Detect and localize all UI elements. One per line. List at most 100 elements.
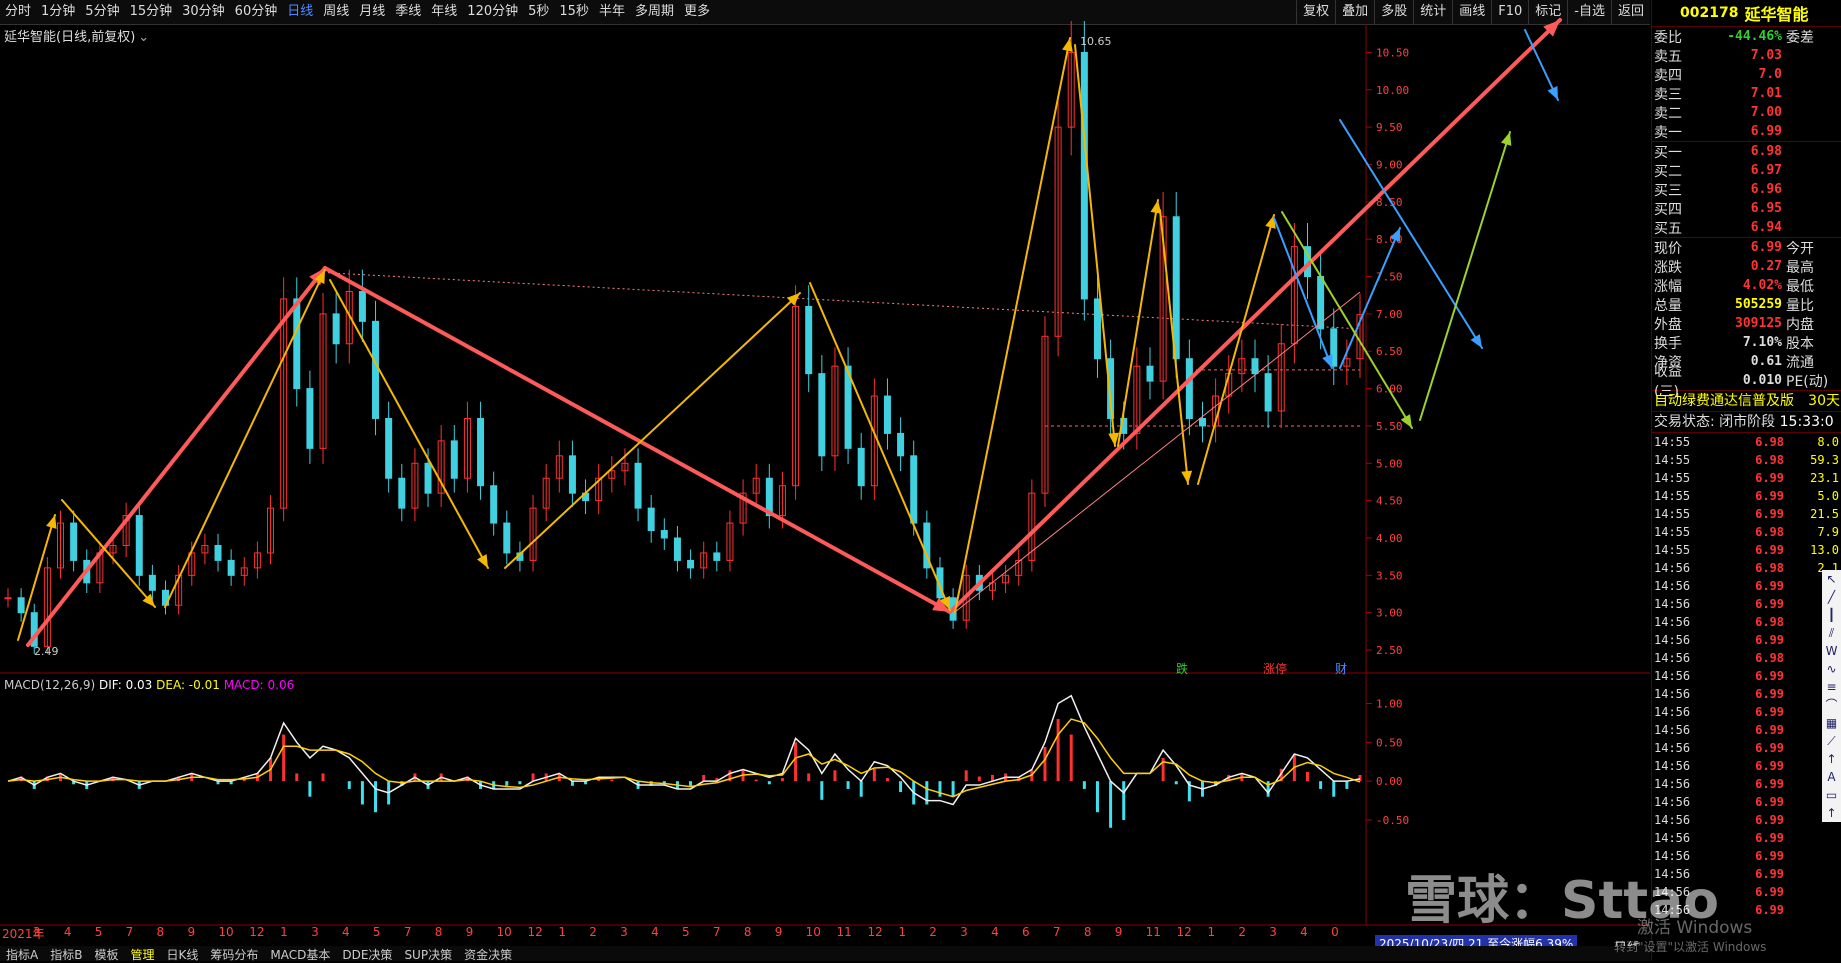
quote-label2: 股本 xyxy=(1786,335,1814,352)
wave-icon[interactable]: W xyxy=(1826,642,1838,660)
tick-time: 14:55 xyxy=(1654,525,1691,539)
x-tick-label: 10 xyxy=(218,925,234,939)
tick-price: 6.98 xyxy=(1755,525,1784,539)
quote-value: 6.99 xyxy=(1750,240,1782,255)
tick-price: 6.99 xyxy=(1755,687,1784,701)
indicator-tab[interactable]: 指标B xyxy=(44,948,88,962)
tick-row: 14:56 6.99 xyxy=(1652,595,1841,613)
parallel-line-icon[interactable]: ⫽ xyxy=(1829,624,1834,642)
tick-time: 14:56 xyxy=(1654,705,1691,719)
fan-icon[interactable]: ⟋ xyxy=(1827,732,1835,750)
tick-price: 6.99 xyxy=(1755,723,1784,737)
dif-line xyxy=(7,694,1361,806)
buy-price: 6.97 xyxy=(1750,163,1782,178)
tick-time: 14:56 xyxy=(1654,561,1691,575)
tick-time: 14:56 xyxy=(1654,831,1691,845)
low-label: 2.49 xyxy=(34,645,59,658)
candle-body xyxy=(385,417,393,479)
tick-time: 14:56 xyxy=(1654,723,1691,737)
wave-arrow xyxy=(954,37,1071,613)
fib-icon[interactable]: ∿ xyxy=(1826,660,1836,678)
tick-volume: 21.5 xyxy=(1810,507,1839,521)
tick-volume: 23.1 xyxy=(1810,471,1839,485)
x-tick-label: 12 xyxy=(249,925,265,939)
tick-row: 14:55 6.99 13.0 xyxy=(1652,541,1841,559)
tick-price: 6.98 xyxy=(1755,651,1784,665)
indicator-tab[interactable]: MACD基本 xyxy=(264,948,336,962)
channel-icon[interactable]: ≡ xyxy=(1826,678,1836,696)
event-marker[interactable]: 涨停 xyxy=(1263,660,1287,677)
price-tick-label: 6.50 xyxy=(1376,345,1403,358)
indicator-tab[interactable]: 指标A xyxy=(0,948,44,962)
tick-row: 14:55 6.99 23.1 xyxy=(1652,469,1841,487)
vertical-line-icon[interactable]: ┃ xyxy=(1828,606,1835,624)
tick-time: 14:56 xyxy=(1654,795,1691,809)
tick-price: 6.99 xyxy=(1755,849,1784,863)
grid-icon[interactable]: ▦ xyxy=(1826,714,1837,732)
x-tick-label: 4 xyxy=(651,925,659,939)
buy-price: 6.94 xyxy=(1750,220,1782,235)
price-tick-label: 4.50 xyxy=(1376,495,1403,508)
tick-price: 6.99 xyxy=(1755,759,1784,773)
quote-label2: 量比 xyxy=(1786,297,1814,314)
tick-time: 14:55 xyxy=(1654,489,1691,503)
x-tick-label: 5 xyxy=(94,925,103,939)
indicator-tab[interactable]: 日K线 xyxy=(160,948,204,962)
activate-windows: 激活 Windows xyxy=(1637,918,1753,938)
quote-value: 309125 xyxy=(1735,316,1782,331)
indicator-tab[interactable]: DDE决策 xyxy=(336,948,398,962)
buy-row: 买一 6.98 xyxy=(1652,142,1841,161)
sell-price: 7.03 xyxy=(1750,48,1782,63)
quote-label: 总量 xyxy=(1654,297,1682,314)
price-tick-label: 10.50 xyxy=(1376,46,1409,59)
candle-body xyxy=(306,388,314,449)
indicator-tab[interactable]: 管理 xyxy=(124,948,160,962)
indicator-tab[interactable]: 模板 xyxy=(88,948,124,962)
sell-row: 卖一 6.99 xyxy=(1652,122,1841,141)
tick-time: 14:56 xyxy=(1654,741,1691,755)
indicator-tab[interactable]: 筹码分布 xyxy=(204,948,264,962)
indicator-tab[interactable]: SUP决策 xyxy=(398,948,458,962)
buy-label: 买五 xyxy=(1654,220,1682,237)
tick-time: 14:56 xyxy=(1654,759,1691,773)
price-tick-label: 9.50 xyxy=(1376,121,1403,134)
x-tick-label: 8 xyxy=(156,925,165,939)
tick-row: 14:55 6.98 59.3 xyxy=(1652,451,1841,469)
x-tick-label: 4 xyxy=(63,925,72,939)
sell-label: 卖五 xyxy=(1654,48,1682,65)
macd-tick-label: 0.00 xyxy=(1376,775,1403,788)
tick-price: 6.99 xyxy=(1755,633,1784,647)
candle-body xyxy=(1264,373,1272,412)
sell-label: 卖一 xyxy=(1654,124,1682,141)
line-icon[interactable]: ╱ xyxy=(1828,588,1835,606)
price-tick-label: 7.00 xyxy=(1376,308,1403,321)
candle-body xyxy=(857,447,865,487)
text-icon[interactable]: A xyxy=(1827,768,1835,786)
up-arrow-icon[interactable]: ↑ xyxy=(1826,804,1836,822)
x-tick-label: 8 xyxy=(1083,925,1092,939)
candle-body xyxy=(1185,358,1193,419)
candle-body xyxy=(660,530,668,539)
quote-value: 7.10% xyxy=(1742,335,1782,350)
tick-time: 14:56 xyxy=(1654,615,1691,629)
tick-row: 14:56 6.99 xyxy=(1652,775,1841,793)
tick-row: 14:55 6.98 7.9 xyxy=(1652,523,1841,541)
tick-price: 6.99 xyxy=(1755,597,1784,611)
wave-arrow-head xyxy=(46,515,57,529)
event-marker[interactable]: 跌 xyxy=(1176,660,1188,677)
tick-row: 14:56 6.99 xyxy=(1652,667,1841,685)
box-icon[interactable]: ▭ xyxy=(1826,786,1837,804)
candle-body xyxy=(477,417,485,487)
cursor-icon[interactable]: ↖ xyxy=(1826,570,1836,588)
sell-row: 卖五 7.03 xyxy=(1652,46,1841,65)
arc-icon[interactable]: ⌒ xyxy=(1825,696,1837,714)
x-tick-label: 7 xyxy=(712,925,721,939)
tick-row: 14:55 6.99 21.5 xyxy=(1652,505,1841,523)
arrow-icon[interactable]: ↑ xyxy=(1826,750,1836,768)
sell-label: 卖二 xyxy=(1654,105,1682,122)
indicator-tab[interactable]: 资金决策 xyxy=(458,948,518,962)
event-marker[interactable]: 财 xyxy=(1335,660,1347,677)
buy-row: 买三 6.96 xyxy=(1652,180,1841,199)
kline-chart[interactable]: 10.5010.009.509.008.508.007.507.006.506.… xyxy=(0,0,1650,945)
x-tick-label: 1 xyxy=(1207,925,1216,939)
